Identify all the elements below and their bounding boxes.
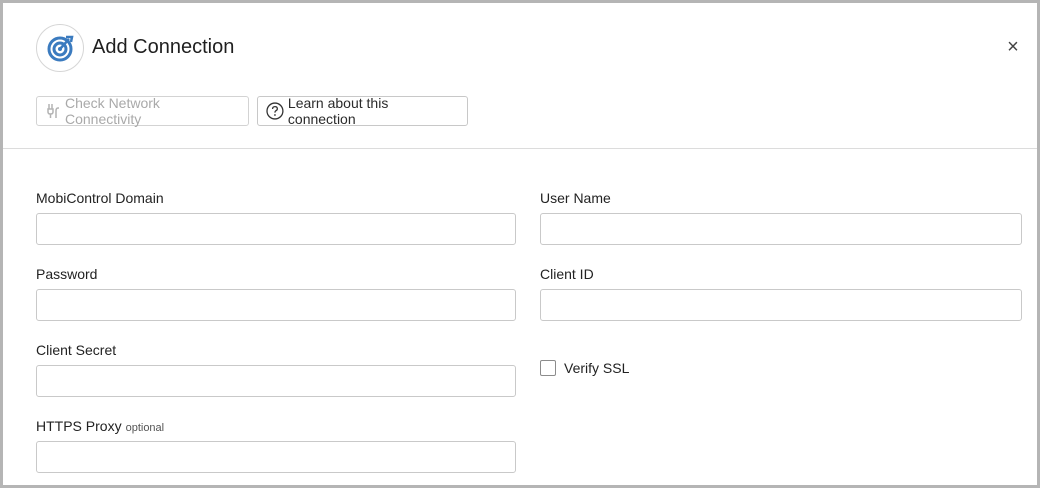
https-proxy-input[interactable] [36, 441, 516, 473]
learn-about-connection-button[interactable]: Learn about this connection [257, 95, 468, 127]
https-proxy-label: HTTPS Proxy optional [36, 418, 164, 434]
client-secret-label: Client Secret [36, 342, 117, 358]
verify-ssl-label: Verify SSL [564, 360, 630, 376]
help-circle-icon [266, 102, 284, 120]
password-label: Password [36, 266, 98, 282]
user-name-input[interactable] [540, 213, 1022, 245]
check-network-connectivity-button[interactable]: Check Network Connectivity [36, 95, 249, 127]
password-input[interactable] [36, 289, 516, 321]
connection-logo [36, 24, 84, 72]
dialog-header: Add Connection × Check Network Connectiv… [3, 3, 1037, 149]
user-name-label: User Name [540, 190, 611, 206]
add-connection-dialog: Add Connection × Check Network Connectiv… [0, 0, 1040, 488]
optional-tag: optional [125, 422, 165, 434]
check-network-label: Check Network Connectivity [65, 95, 160, 127]
client-secret-input[interactable] [36, 365, 516, 397]
mobicontrol-domain-label: MobiControl Domain [36, 190, 164, 206]
mobicontrol-domain-input[interactable] [36, 213, 516, 245]
mobicontrol-target-icon [47, 35, 74, 62]
learn-label: Learn about this connection [287, 95, 389, 127]
client-id-input[interactable] [540, 289, 1022, 321]
close-icon[interactable]: × [1003, 37, 1023, 57]
client-id-label: Client ID [540, 266, 594, 282]
dialog-title: Add Connection [92, 36, 235, 58]
https-proxy-label-text: HTTPS Proxy [36, 418, 122, 434]
verify-ssl-checkbox[interactable] [540, 360, 556, 376]
network-plug-icon [47, 104, 59, 118]
